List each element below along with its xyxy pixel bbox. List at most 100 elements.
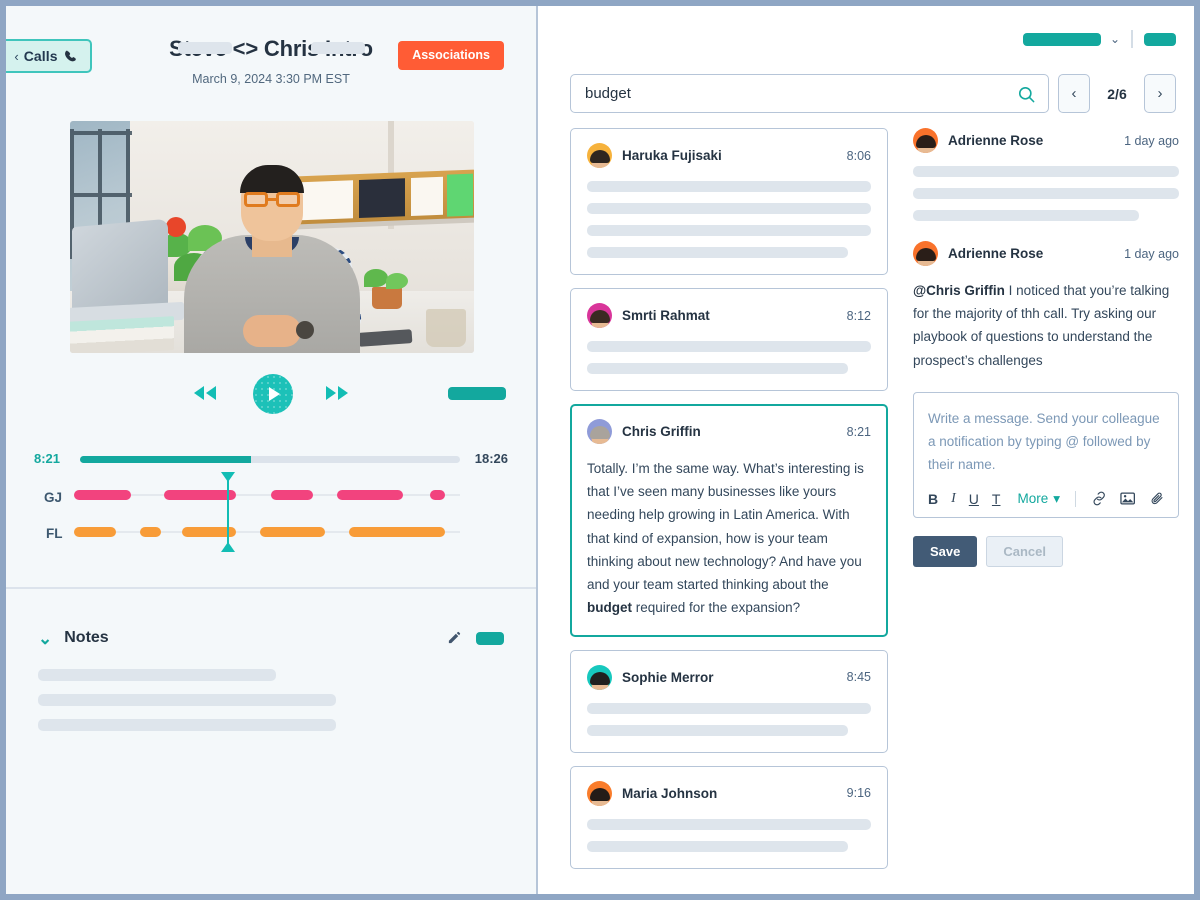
fast-forward-icon[interactable] [324,384,350,402]
transcript-card[interactable]: Maria Johnson 9:16 [570,765,888,869]
notes-action-redacted[interactable] [476,632,504,645]
comment-timestamp: 1 day ago [1124,246,1179,261]
transcript-card-header: Smrti Rahmat 8:12 [587,303,871,328]
current-time: 8:21 [34,451,61,466]
utterance-timestamp[interactable]: 8:12 [847,309,871,323]
image-icon[interactable] [1120,491,1136,506]
pencil-icon[interactable] [447,630,462,645]
more-formatting-button[interactable]: More ▾ [1017,491,1060,507]
search-icon[interactable] [1017,85,1036,104]
comment-placeholder-line [913,188,1179,199]
save-button[interactable]: Save [913,535,978,567]
speaker-name: Sophie Merror [622,669,714,685]
laptop [72,218,168,314]
speaker-track-gj[interactable] [74,490,460,500]
speaker-track-fl[interactable] [74,527,460,537]
transcript-text: Totally. I’m the same way. What’s intere… [587,461,864,616]
clear-format-button[interactable]: T [992,492,1001,506]
play-triangle-icon [269,387,280,401]
toolbar-divider [1131,30,1133,48]
transcript-placeholder-line [587,341,871,352]
comment-header: Adrienne Rose 1 day ago [913,241,1179,266]
match-counter: 2/6 [1107,85,1127,102]
avatar [913,241,938,266]
red-flower [166,217,186,237]
comments-column: Adrienne Rose 1 day ago Adrienne Rose 1 day… [913,128,1179,567]
more-label: More [1017,491,1049,507]
player-action-redacted[interactable] [448,387,506,400]
eyeglasses-bridge [268,198,276,201]
prev-match-button[interactable]: ‹ [1058,74,1090,113]
associations-button[interactable]: Associations [398,41,504,70]
speaker-segment[interactable] [349,527,446,537]
timeline-playhead[interactable] [220,472,235,552]
primary-action-redacted[interactable] [1022,32,1101,46]
transcript-placeholder-line [587,702,871,714]
comment-list: Adrienne Rose 1 day ago Adrienne Rose 1 day… [913,128,1179,372]
call-timestamp: March 9, 2024 3:30 PM EST [192,72,350,86]
utterance-timestamp[interactable]: 8:21 [847,425,871,439]
message-composer[interactable]: Write a message. Send your colleague a n… [913,391,1179,518]
underline-button[interactable]: U [969,492,979,506]
panel-toolbar: ⌄ [1022,30,1176,48]
speaker-segment[interactable] [163,490,236,500]
mention[interactable]: @Chris Griffin [913,283,1005,298]
speaker-segment[interactable] [74,490,131,500]
play-button[interactable] [253,374,293,414]
italic-button[interactable]: I [951,491,956,506]
rewind-label-redacted [178,42,232,54]
transcript-card[interactable]: Smrti Rahmat 8:12 [570,288,888,391]
speaker-segment[interactable] [430,490,446,500]
search-input[interactable]: budget [570,74,1049,113]
transcript-placeholder-line [587,840,849,852]
forward-label-redacted [311,42,365,54]
transcript-card-active[interactable]: Chris Griffin 8:21 Totally. I’m the same w… [570,404,888,637]
speaker-segment[interactable] [337,490,404,500]
comment-header: Adrienne Rose 1 day ago [913,128,1179,153]
utterance-timestamp[interactable]: 9:16 [847,786,871,800]
progress-fill [80,456,251,463]
notes-header: ⌄ Notes [38,629,504,647]
transcript-placeholder-line [587,181,871,192]
transcript-card[interactable]: Haruka Fujisaki 8:06 [570,128,888,275]
notes-line [38,669,276,681]
playhead-top-marker [220,472,235,482]
speaker-segment[interactable] [271,490,314,500]
bold-button[interactable]: B [928,492,938,506]
transcript-placeholder-line [587,247,849,258]
paperclip-icon[interactable] [1150,491,1164,506]
transcript-card-header: Chris Griffin 8:21 [587,419,871,444]
speaker-segment[interactable] [74,527,116,537]
transcript-card[interactable]: Sophie Merror 8:45 [570,649,888,753]
call-detail-panel: ‹ Calls Steve <> Chris Intro March 9, 20… [6,6,538,894]
speaker-segment[interactable] [259,527,326,537]
transcript-placeholder-line [587,225,871,236]
transcript-placeholder-line [587,818,871,830]
transcript-card-header: Sophie Merror 8:45 [587,664,871,690]
wristwatch [296,321,314,339]
chevron-down-icon[interactable]: ⌄ [1110,33,1120,45]
eyeglasses-right [276,192,300,207]
utterance-timestamp[interactable]: 8:06 [847,149,871,163]
secondary-action-redacted[interactable] [1144,32,1176,46]
transcript-card-header: Maria Johnson 9:16 [587,780,871,806]
link-icon[interactable] [1092,491,1106,506]
comment-author: Adrienne Rose [948,133,1044,148]
avatar [587,419,612,444]
call-video-thumbnail[interactable] [70,121,474,353]
app-window: ‹ Calls Steve <> Chris Intro March 9, 20… [4,4,1196,896]
progress-track[interactable] [80,456,460,463]
rewind-icon[interactable] [192,384,218,402]
avatar [587,664,612,690]
utterance-timestamp[interactable]: 8:45 [847,670,871,684]
avatar [913,128,938,153]
speaker-name: Maria Johnson [622,785,718,801]
transcript-card-header: Haruka Fujisaki 8:06 [587,143,871,168]
avatar [587,780,612,806]
cancel-button[interactable]: Cancel [986,535,1064,567]
notes-line [38,694,337,706]
next-match-button[interactable]: › [1144,74,1176,113]
small-plant [360,269,416,309]
speaker-segment[interactable] [139,527,161,537]
chevron-down-icon[interactable]: ⌄ [38,630,52,647]
